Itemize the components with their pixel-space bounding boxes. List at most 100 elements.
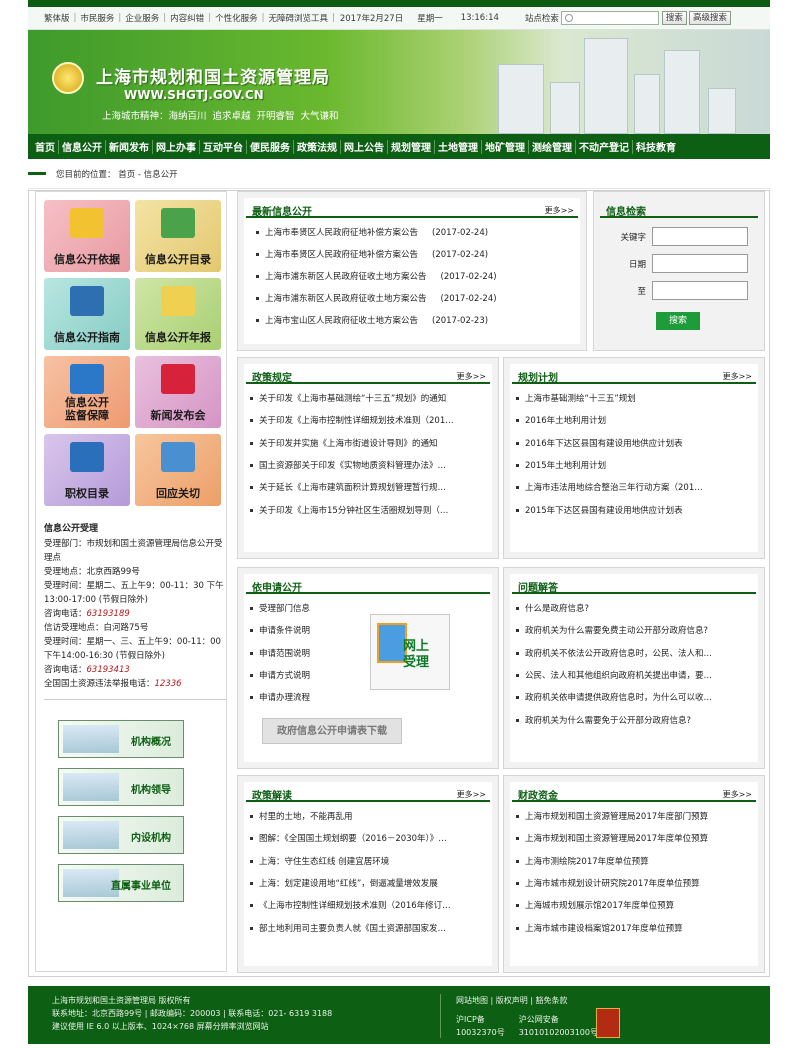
apply-item[interactable]: 申请范围说明: [250, 647, 358, 659]
interp-item[interactable]: 《上海市控制性详细规划技术准则（2016年修订…: [250, 899, 488, 911]
policy-item[interactable]: 国土资源部关于印发《实物地质资料管理办法》…: [250, 459, 488, 471]
latest-item[interactable]: 上海市浦东新区人民政府征收土地方案公告 (2017-02-24): [256, 292, 576, 304]
interp-item[interactable]: 上海：守住生态红线 创建宜居环境: [250, 855, 488, 867]
apply-item[interactable]: 受理部门信息: [250, 602, 358, 614]
qa-item[interactable]: 政府机关为什么需要免费主动公开部分政府信息?: [516, 624, 754, 636]
nav-item[interactable]: 互动平台: [200, 139, 246, 154]
finance-item[interactable]: 上海市城市建设档案馆2017年度单位预算: [516, 922, 754, 934]
finance-item[interactable]: 上海城市规划展示馆2017年度单位预算: [516, 899, 754, 911]
interp-item[interactable]: 上海：划定建设用地“红线”，倒逼减量增效发展: [250, 877, 488, 889]
nav-item[interactable]: 规划管理: [388, 139, 434, 154]
nav-item[interactable]: 网上公告: [341, 139, 387, 154]
qa-item[interactable]: 公民、法人和其他组织向政府机关提出申请，要…: [516, 669, 754, 681]
interp-item[interactable]: 图解：《全国国土规划纲要（2016－2030年）》…: [250, 832, 488, 844]
tile-7[interactable]: 回应关切: [135, 434, 221, 506]
tile-0[interactable]: 信息公开依据: [44, 200, 130, 272]
tile-5[interactable]: 新闻发布会: [135, 356, 221, 428]
latest-more-link[interactable]: 更多>>: [545, 205, 574, 216]
police-label[interactable]: 沪公网安备: [519, 1013, 598, 1026]
nav-item[interactable]: 土地管理: [435, 139, 481, 154]
finance-item[interactable]: 上海市规划和国土资源管理局2017年度单位预算: [516, 832, 754, 844]
gov-emblem-icon[interactable]: [596, 1008, 620, 1038]
nav-item[interactable]: 新闻发布: [106, 139, 152, 154]
tile-2[interactable]: 信息公开指南: [44, 278, 130, 350]
latest-item[interactable]: 上海市奉贤区人民政府征地补偿方案公告 (2017-02-24): [256, 226, 576, 238]
keyword-label: 关键字: [620, 233, 646, 243]
advanced-search-button[interactable]: 高级搜索: [688, 11, 731, 25]
finance-item[interactable]: 上海市城市规划设计研究院2017年度单位预算: [516, 877, 754, 889]
date-from-input[interactable]: [652, 254, 748, 273]
toplink-traditional[interactable]: 繁体版: [40, 12, 74, 24]
tile-3[interactable]: 信息公开年报: [135, 278, 221, 350]
org-button-0[interactable]: 机构概况: [58, 720, 184, 758]
toplink-enterprise[interactable]: 企业服务: [121, 12, 163, 24]
org-button-2[interactable]: 内设机构: [58, 816, 184, 854]
apply-item[interactable]: 申请办理流程: [250, 691, 358, 703]
qa-item[interactable]: 什么是政府信息?: [516, 602, 754, 614]
qa-item[interactable]: 政府机关不依法公开政府信息时，公民、法人和…: [516, 647, 754, 659]
apply-item[interactable]: 申请方式说明: [250, 669, 358, 681]
nav-item[interactable]: 不动产登记: [576, 139, 632, 154]
policy-item[interactable]: 关于印发《上海市基础测绘“十三五”规划》的通知: [250, 392, 488, 404]
org-button-1[interactable]: 机构领导: [58, 768, 184, 806]
apply-item[interactable]: 申请条件说明: [250, 624, 358, 636]
left-sidebar: 信息公开依据 信息公开目录 信息公开指南 信息公开年报 信息公开 监督保障 新闻发布会 职权…: [35, 191, 227, 972]
policy-more-link[interactable]: 更多>>: [457, 371, 486, 382]
toplink-correction[interactable]: 内容纠错: [166, 12, 208, 24]
plan-item[interactable]: 2015年土地利用计划: [516, 459, 754, 471]
latest-item-title[interactable]: 上海市浦东新区人民政府征收土地方案公告: [265, 294, 427, 304]
service-heading: 信息公开受理: [44, 524, 99, 534]
latest-item-title[interactable]: 上海市奉贤区人民政府征地补偿方案公告: [265, 250, 418, 260]
tile-1[interactable]: 信息公开目录: [135, 200, 221, 272]
toplink-citizen[interactable]: 市民服务: [76, 12, 118, 24]
interp-more-link[interactable]: 更多>>: [457, 789, 486, 800]
plan-more-link[interactable]: 更多>>: [723, 371, 752, 382]
icp-label[interactable]: 沪ICP备: [456, 1013, 505, 1026]
online-apply-image[interactable]: 网上 受理: [370, 614, 450, 690]
latest-item-title[interactable]: 上海市奉贤区人民政府征地补偿方案公告: [265, 228, 418, 238]
nav-item[interactable]: 网上办事: [153, 139, 199, 154]
latest-item[interactable]: 上海市宝山区人民政府征收土地方案公告 (2017-02-23): [256, 314, 576, 326]
plan-item[interactable]: 2016年下达区县国有建设用地供应计划表: [516, 437, 754, 449]
finance-more-link[interactable]: 更多>>: [723, 789, 752, 800]
nav-item[interactable]: 测绘管理: [529, 139, 575, 154]
nav-item[interactable]: 便民服务: [247, 139, 293, 154]
nav-item[interactable]: 政策法规: [294, 139, 340, 154]
plan-item[interactable]: 2016年土地利用计划: [516, 414, 754, 426]
latest-item-title[interactable]: 上海市浦东新区人民政府征收土地方案公告: [265, 272, 427, 282]
keyword-input[interactable]: [652, 227, 748, 246]
interp-item[interactable]: 村里的土地，不能再乱用: [250, 810, 488, 822]
org-button-3[interactable]: 直属事业单位: [58, 864, 184, 902]
latest-item[interactable]: 上海市奉贤区人民政府征地补偿方案公告 (2017-02-24): [256, 248, 576, 260]
policy-item[interactable]: 关于印发《上海市控制性详细规划技术准则（201…: [250, 414, 488, 426]
finance-item[interactable]: 上海市测绘院2017年度单位预算: [516, 855, 754, 867]
policy-item[interactable]: 关于延长《上海市建筑面积计算规划管理暂行规…: [250, 481, 488, 493]
plan-item[interactable]: 上海市违法用地综合整治三年行动方案（201…: [516, 481, 754, 493]
footer-links[interactable]: 网站地图 | 版权声明 | 豁免条款: [456, 994, 598, 1007]
finance-panel: 财政资金 更多>> 上海市规划和国土资源管理局2017年度部门预算 上海市规划和国土资…: [503, 775, 765, 973]
tile-6[interactable]: 职权目录: [44, 434, 130, 506]
search-button[interactable]: 搜索: [661, 11, 687, 25]
date-to-input[interactable]: [652, 281, 748, 300]
nav-item[interactable]: 信息公开: [59, 139, 105, 154]
qa-item[interactable]: 政府机关依申请提供政府信息时，为什么可以收…: [516, 691, 754, 703]
nav-item[interactable]: 首页: [32, 139, 58, 154]
toplink-accessibility[interactable]: 无障碍浏览工具: [264, 12, 332, 24]
plan-item[interactable]: 上海市基础测绘“十三五”规划: [516, 392, 754, 404]
nav-item[interactable]: 科技教育: [633, 139, 679, 154]
latest-item-title[interactable]: 上海市宝山区人民政府征收土地方案公告: [265, 316, 418, 326]
policy-item[interactable]: 关于印发并实施《上海市街道设计导则》的通知: [250, 437, 488, 449]
finance-item[interactable]: 上海市规划和国土资源管理局2017年度部门预算: [516, 810, 754, 822]
latest-item[interactable]: 上海市浦东新区人民政府征收土地方案公告 (2017-02-24): [256, 270, 576, 282]
tile-4[interactable]: 信息公开 监督保障: [44, 356, 130, 428]
policy-item[interactable]: 关于印发《上海市15分钟社区生活圈规划导则（…: [250, 504, 488, 516]
info-search-button[interactable]: 搜索: [656, 312, 700, 330]
plan-header: 规划计划 更多>>: [512, 366, 756, 384]
download-form-button[interactable]: 政府信息公开申请表下载: [262, 718, 402, 744]
toplink-personalize[interactable]: 个性化服务: [211, 12, 262, 24]
nav-item[interactable]: 地矿管理: [482, 139, 528, 154]
site-search-input[interactable]: [560, 11, 659, 25]
interp-item[interactable]: 部土地利用司主要负责人就《国土资源部国家发…: [250, 922, 488, 934]
plan-item[interactable]: 2015年下达区县国有建设用地供应计划表: [516, 504, 754, 516]
qa-item[interactable]: 政府机关为什么需要免于公开部分政府信息?: [516, 714, 754, 726]
